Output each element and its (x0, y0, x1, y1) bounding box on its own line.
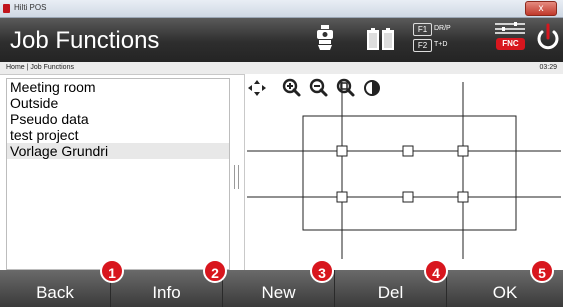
header-bar: Job Functions F1 DR/P F2 T+D (0, 18, 563, 62)
list-item[interactable]: Meeting room (7, 79, 229, 95)
floor-plan (247, 82, 561, 259)
zoom-extents-icon[interactable] (336, 78, 355, 97)
f2-label: T+D (434, 41, 448, 48)
battery-icon (382, 28, 394, 50)
callout-badge: 3 (310, 259, 334, 283)
f2-key[interactable]: F2 (413, 39, 432, 52)
callout-badge: 2 (203, 259, 227, 283)
callout-badge: 4 (424, 259, 448, 283)
f1-key[interactable]: F1 (413, 23, 432, 36)
zoom-in-icon[interactable] (282, 78, 301, 97)
list-item[interactable]: test project (7, 127, 229, 143)
callout-badge: 1 (100, 259, 124, 283)
title-bar: Hilti POS x (0, 0, 563, 18)
power-icon[interactable] (535, 23, 561, 53)
list-item[interactable]: Pseudo data (7, 111, 229, 127)
window-title: Hilti POS (14, 3, 47, 12)
zoom-out-icon[interactable] (309, 78, 328, 97)
map-canvas[interactable] (245, 74, 563, 270)
hilti-pos-window: Hilti POS x Job Functions F1 DR/P F2 T+D (0, 0, 563, 307)
breadcrumb: Home | Job Functions (6, 64, 74, 71)
contrast-icon[interactable] (364, 80, 380, 96)
battery-icon (367, 28, 379, 50)
page-title: Job Functions (10, 27, 160, 54)
list-item-selected[interactable]: Vorlage Grundri (7, 143, 229, 159)
instrument-icon[interactable] (314, 24, 336, 52)
back-button[interactable]: Back (0, 270, 111, 307)
app-icon (3, 4, 10, 13)
callout-badge: 5 (530, 259, 554, 283)
panel-splitter[interactable] (234, 165, 239, 189)
list-item[interactable]: Outside (7, 95, 229, 111)
map-view[interactable] (244, 74, 563, 270)
f1-label: DR/P (434, 25, 451, 32)
settings-icon[interactable] (494, 21, 526, 35)
window-close-button[interactable]: x (525, 1, 557, 16)
pan-icon[interactable] (248, 80, 266, 96)
fnc-button[interactable]: FNC (496, 38, 525, 50)
clock: 03:29 (539, 64, 557, 71)
job-list[interactable]: Meeting room Outside Pseudo data test pr… (6, 78, 230, 270)
